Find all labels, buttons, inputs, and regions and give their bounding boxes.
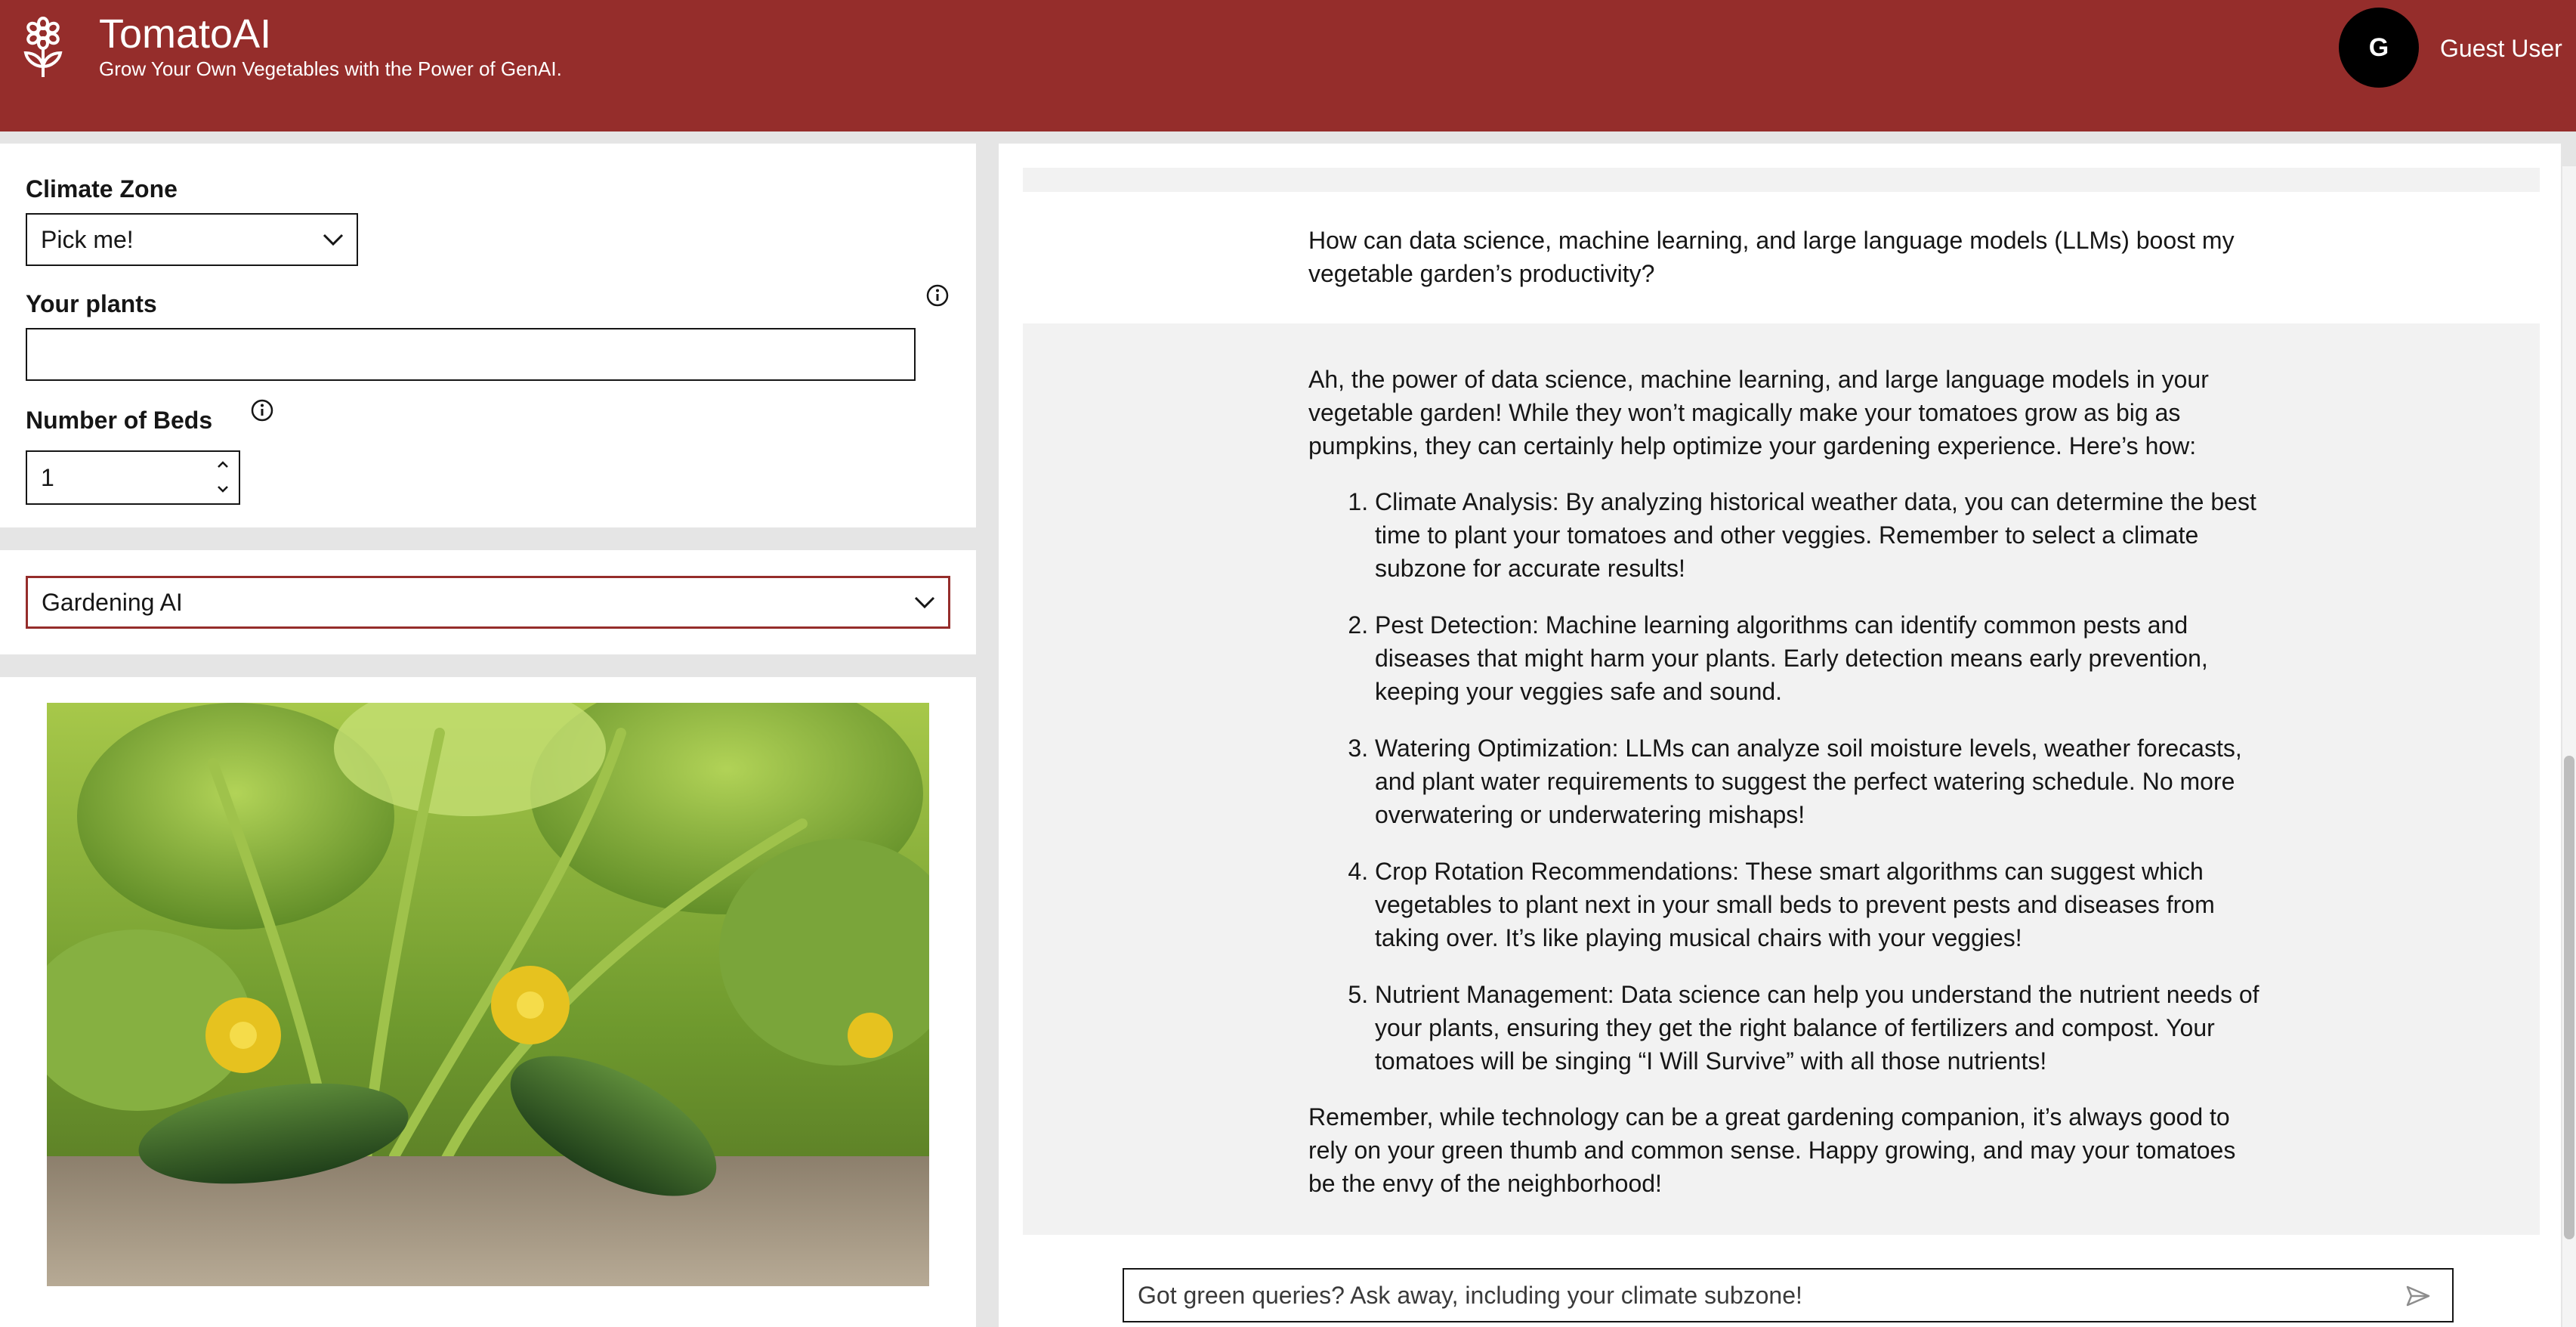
scrollbar-thumb[interactable] <box>2564 756 2574 1239</box>
climate-zone-value: Pick me! <box>41 226 134 253</box>
flower-icon <box>23 17 63 77</box>
climate-zone-select[interactable]: Pick me! <box>26 213 358 266</box>
ai-message-list: Climate Analysis: By analyzing historica… <box>1375 485 2268 1078</box>
ai-message-outro: Remember, while technology can be a grea… <box>1308 1103 2236 1197</box>
beds-value: 1 <box>41 464 54 491</box>
list-item: Crop Rotation Recommendations: These sma… <box>1375 855 2268 954</box>
user-message: How can data science, machine learning, … <box>1308 227 2235 287</box>
app-title: TomatoAI <box>99 11 272 57</box>
garden-photo <box>47 703 929 1286</box>
climate-zone-label: Climate Zone <box>26 175 178 203</box>
list-item: Nutrient Management: Data science can he… <box>1375 978 2268 1078</box>
list-item: Pest Detection: Machine learning algorit… <box>1375 608 2268 708</box>
settings-panel: Climate Zone Pick me! Your plants Number… <box>0 144 976 527</box>
chat-input-placeholder: Got green queries? Ask away, including y… <box>1138 1282 1802 1309</box>
info-icon[interactable] <box>926 284 949 307</box>
plants-input[interactable] <box>26 328 916 381</box>
plants-label: Your plants <box>26 290 157 317</box>
send-icon[interactable] <box>2405 1285 2431 1307</box>
info-icon[interactable] <box>251 399 273 422</box>
chevron-down-icon <box>323 234 344 246</box>
app-subtitle: Grow Your Own Vegetables with the Power … <box>99 57 562 80</box>
beds-label: Number of Beds <box>26 407 213 434</box>
chat-input[interactable]: Got green queries? Ask away, including y… <box>1123 1268 2454 1322</box>
beds-stepper[interactable]: 1 <box>26 450 240 505</box>
list-item: Watering Optimization: LLMs can analyze … <box>1375 732 2268 831</box>
app-header: TomatoAI Grow Your Own Vegetables with t… <box>0 0 2576 131</box>
model-select-value: Gardening AI <box>42 589 183 616</box>
chat-panel: How can data science, machine learning, … <box>999 144 2561 1327</box>
user-name[interactable]: Guest User <box>2440 33 2562 63</box>
chat-previous-message <box>1023 168 2540 192</box>
avatar[interactable]: G <box>2339 8 2419 88</box>
ai-message: Ah, the power of data science, machine l… <box>1308 363 2268 1200</box>
list-item: Climate Analysis: By analyzing historica… <box>1375 485 2268 585</box>
stepper-arrows-icon[interactable] <box>215 456 231 497</box>
chevron-down-icon <box>914 596 935 609</box>
ai-message-intro: Ah, the power of data science, machine l… <box>1308 366 2209 459</box>
model-select-panel: Gardening AI <box>0 550 976 654</box>
model-select[interactable]: Gardening AI <box>26 576 950 629</box>
